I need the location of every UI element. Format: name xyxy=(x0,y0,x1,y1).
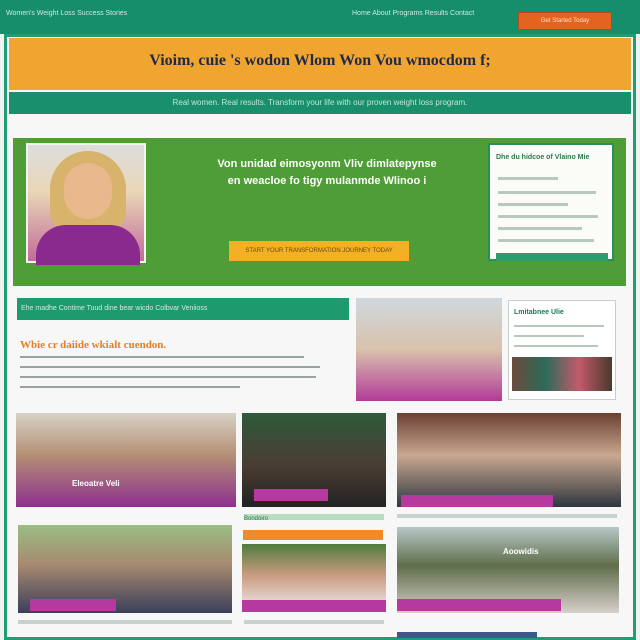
tile-overlay-label: Aoowidis xyxy=(503,547,539,556)
paragraph-line xyxy=(20,366,320,368)
tile-caption-bar xyxy=(254,489,328,501)
top-navigation-bar: Women's Weight Loss Success Stories Home… xyxy=(0,0,640,34)
paragraph-line xyxy=(20,386,240,388)
three-women-outdoor-tile[interactable] xyxy=(18,525,232,613)
form-field-line[interactable] xyxy=(498,215,598,218)
section-heading: Wbie cr daiide wkialt cuendon. xyxy=(20,339,167,351)
footer-line xyxy=(244,620,384,624)
hero-portrait-photo xyxy=(26,143,146,265)
form-field-line[interactable] xyxy=(498,239,594,242)
tile-caption-bar xyxy=(242,600,386,612)
hero-cta-button[interactable]: START YOUR TRANSFORMATION JOURNEY TODAY xyxy=(229,241,409,261)
footer-line xyxy=(397,632,537,638)
subtitle-text: Real women. Real results. Transform your… xyxy=(172,98,468,107)
portrait-face xyxy=(64,163,112,219)
paragraph-line xyxy=(20,356,304,358)
tile-caption-bar xyxy=(397,599,561,611)
form-title: Dhe du hidcoe of Vlaino Mie xyxy=(496,154,590,161)
signup-form[interactable]: Dhe du hidcoe of Vlaino Mie xyxy=(488,143,614,261)
card-text-line xyxy=(514,325,604,327)
main-nav[interactable]: Home About Programs Results Contact xyxy=(352,10,474,17)
tile-overlay-label: Eleoatre Veli xyxy=(72,479,120,488)
subtitle-bar: Real women. Real results. Transform your… xyxy=(9,92,631,114)
tile-caption-bar xyxy=(401,495,553,507)
two-women-indoor-tile[interactable] xyxy=(397,413,621,507)
label-underline xyxy=(244,514,384,520)
card-thumbnail-image xyxy=(512,357,612,391)
page-title: Vioim, cuie 's wodon Wlom Won Vou wmocdo… xyxy=(149,52,491,69)
suited-woman-photo-tile[interactable] xyxy=(242,413,386,507)
get-started-button[interactable]: Get Started Today xyxy=(518,12,612,30)
side-info-card[interactable]: Lmitabnee Ulie xyxy=(508,300,616,400)
side-card-title: Lmitabnee Ulie xyxy=(514,309,564,316)
card-text-line xyxy=(514,345,598,347)
title-banner: Vioim, cuie 's wodon Wlom Won Vou wmocdo… xyxy=(9,38,631,90)
footer-line xyxy=(18,620,232,624)
card-text-line xyxy=(514,335,584,337)
section-header-bar: Ehe madhe Contime Tuud dine bear wicdo C… xyxy=(17,298,349,320)
section-header-text: Ehe madhe Contime Tuud dine bear wicdo C… xyxy=(21,305,208,312)
hero-headline: Von unidad eimosyonm Vliv dimlatepynse e… xyxy=(217,158,437,187)
two-women-photo xyxy=(356,298,502,401)
site-tagline: Women's Weight Loss Success Stories xyxy=(6,10,128,17)
paragraph-line xyxy=(20,376,316,378)
woman-outdoor-tile[interactable] xyxy=(242,544,386,612)
tile-caption-bar xyxy=(30,599,116,611)
form-field-line[interactable] xyxy=(498,191,596,194)
form-field-line[interactable] xyxy=(498,203,568,206)
divider-line xyxy=(397,514,617,518)
portrait-body xyxy=(36,225,140,265)
women-with-sign-tile[interactable]: Aoowidis xyxy=(397,527,619,613)
orange-tag-bar xyxy=(243,530,383,540)
form-field-line[interactable] xyxy=(498,177,558,180)
form-submit-button[interactable] xyxy=(496,253,608,261)
group-photo-tile[interactable]: Eleoatre Veli xyxy=(16,413,236,507)
form-field-line[interactable] xyxy=(498,227,582,230)
